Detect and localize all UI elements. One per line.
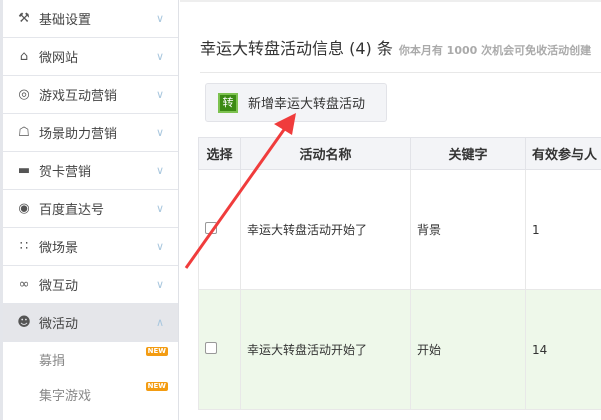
bank-icon: ☖ [18,125,30,140]
header-keyword: 关键字 [410,137,526,170]
gamepad-icon: ◎ [18,87,30,102]
new-badge: NEW [145,347,168,356]
table-row: 幸运大转盘活动开始了 开始 14 [198,289,601,410]
count-cell: 14 [525,289,601,410]
header-select: 选择 [198,137,241,170]
user-circle-icon: ◉ [18,201,30,216]
sidebar-item-label: 百度直达号 [39,203,105,218]
header-participants: 有效参与人 [525,137,601,170]
chevron-up-icon[interactable]: ∧ [156,316,164,329]
sidebar-item[interactable]: ∷ 微场景 ∨ [3,228,178,266]
sidebar-subitem-donation[interactable]: 募捐 NEW [3,342,178,377]
title-text: 幸运大转盘活动信息 (4) 条 [200,39,393,58]
subitem-label: 募捐 [39,354,66,369]
add-lucky-wheel-button[interactable]: 转 新增幸运大转盘活动 [205,83,387,122]
chevron-down-icon[interactable]: ∨ [156,12,164,25]
sidebar-item[interactable]: ⌂ 微网站 ∨ [3,38,178,76]
sidebar-item-label: 微场景 [39,241,79,256]
chevron-down-icon[interactable]: ∨ [156,202,164,215]
sidebar-item[interactable]: ☖ 场景助力营销 ∨ [3,114,178,152]
wheel-icon: 转 [218,92,238,113]
header-name: 活动名称 [240,137,411,170]
chevron-down-icon[interactable]: ∨ [156,50,164,63]
activity-icon: ☻ [17,315,31,330]
sidebar-item[interactable]: ∞ 微互动 ∨ [3,266,178,304]
add-button-label: 新增幸运大转盘活动 [248,97,366,112]
quota-note: 你本月有 1000 次机会可免收活动创建 [398,44,592,57]
sidebar-item[interactable]: ☻ 微活动 ∧ [3,304,178,342]
table-row: 幸运大转盘活动开始了 背景 1 [198,169,601,290]
name-cell: 幸运大转盘活动开始了 [240,169,411,290]
chevron-down-icon[interactable]: ∨ [156,164,164,177]
sidebar-item-label: 基础设置 [39,13,92,28]
select-cell [198,289,241,410]
chevron-down-icon[interactable]: ∨ [156,88,164,101]
sidebar-item[interactable]: ◉ 百度直达号 ∨ [3,190,178,228]
sidebar-item[interactable]: ◎ 游戏互动营销 ∨ [3,76,178,114]
activity-table: 选择 活动名称 关键字 有效参与人 幸运大转盘活动开始了 背景 1 幸运大转盘活… [198,137,601,410]
sidebar-item-label: 微网站 [39,51,79,66]
tools-icon: ⚒ [18,11,30,26]
subitem-label: 集字游戏 [39,389,92,404]
chevron-down-icon[interactable]: ∨ [156,278,164,291]
sidebar-item-label: 微活动 [39,317,79,332]
link-icon: ∞ [18,277,30,292]
sidebar-item-label: 场景助力营销 [39,127,118,142]
count-cell: 1 [525,169,601,290]
sidebar-item-label: 游戏互动营销 [39,89,118,104]
row-checkbox[interactable] [205,342,217,354]
home-icon: ⌂ [19,49,29,64]
select-cell [198,169,241,290]
sidebar-item-label: 贺卡营销 [39,165,92,180]
row-checkbox[interactable] [205,222,217,234]
keyword-cell: 开始 [410,289,526,410]
page-title: 幸运大转盘活动信息 (4) 条你本月有 1000 次机会可免收活动创建 [200,35,591,59]
cluster-icon: ∷ [19,239,29,254]
sidebar-item-label: 微互动 [39,279,79,294]
name-cell: 幸运大转盘活动开始了 [240,289,411,410]
sidebar: ⚒ 基础设置 ∨ ⌂ 微网站 ∨ ◎ 游戏互动营销 ∨ ☖ 场景助力营销 ∨ ▬ 贺卡营销 ∨ ◉ 百度直达号 ∨… [0,0,179,420]
sidebar-item[interactable]: ▬ 贺卡营销 ∨ [3,152,178,190]
sidebar-item[interactable]: ⚒ 基础设置 ∨ [3,0,178,38]
sidebar-subitem-word-game[interactable]: 集字游戏 NEW [3,377,178,412]
divider [200,72,601,73]
chevron-down-icon[interactable]: ∨ [156,240,164,253]
keyword-cell: 背景 [410,169,526,290]
card-icon: ▬ [17,163,31,178]
chevron-down-icon[interactable]: ∨ [156,126,164,139]
new-badge: NEW [145,382,168,391]
